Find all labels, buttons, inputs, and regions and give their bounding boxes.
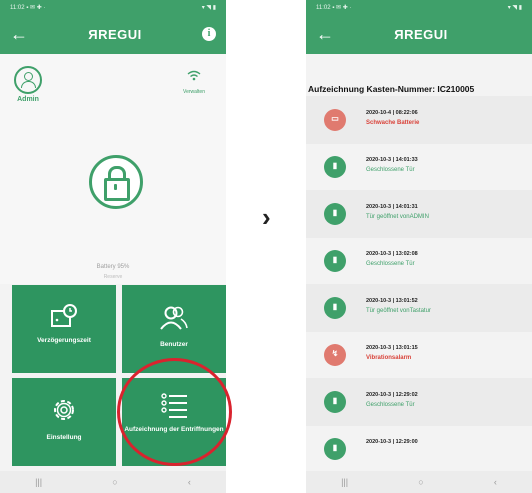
log-entry[interactable]: ▮ 2020-10-3 | 14:01:31 Tür geöffnet vonADM… — [306, 190, 532, 238]
home-icon[interactable]: ○ — [418, 477, 423, 487]
log-entry[interactable]: ▮ 2020-10-3 | 14:01:33 Geschlossene Tür — [306, 143, 532, 191]
status-bar: 11:02 ▪ ✉ ✚ · ▾ ◥ ▮ — [0, 0, 226, 14]
back-nav-icon[interactable]: ‹ — [494, 477, 497, 487]
info-icon[interactable]: i — [201, 27, 216, 41]
back-arrow-icon[interactable]: ← — [316, 25, 334, 43]
lock-icon: ▮ — [324, 250, 346, 272]
phone-right: 11:02 ▪ ✉ ✚ · ▾ ◥ ▮ ← ЯREGUI Aufzeichnun… — [306, 0, 532, 493]
log-entry-time: 2020-10-3 | 14:01:31 — [366, 204, 418, 210]
log-entry-time: 2020-10-3 | 14:01:33 — [366, 157, 418, 163]
lock-icon: ▮ — [324, 156, 346, 178]
log-entry-time: 2020-10-4 | 08:22:06 — [366, 110, 418, 116]
lock-icon[interactable] — [89, 155, 143, 209]
log-entry[interactable]: ▮ 2020-10-3 | 12:29:00 — [306, 425, 532, 473]
android-nav-bar: ||| ○ ‹ — [0, 471, 226, 493]
android-nav-bar: ||| ○ ‹ — [306, 471, 532, 493]
status-time: 11:02 ▪ ✉ ✚ · — [316, 4, 352, 11]
status-time: 11:02 ▪ ✉ ✚ · — [10, 4, 46, 11]
lock-icon: ▮ — [324, 438, 346, 460]
log-entry-time: 2020-10-3 | 12:29:02 — [366, 392, 418, 398]
admin-profile[interactable]: Admin — [8, 66, 48, 103]
log-entry-time: 2020-10-3 | 13:01:52 — [366, 298, 418, 304]
brand-logo: ЯREGUI — [88, 26, 142, 42]
log-entry-text: Geschlossene Tür — [366, 167, 415, 173]
app-bar: ← ЯREGUI i — [0, 14, 226, 54]
gear-icon — [54, 400, 74, 420]
back-nav-icon[interactable]: ‹ — [188, 477, 191, 487]
lock-icon: ▮ — [324, 391, 346, 413]
delay-time-tile[interactable]: Verzögerungszeit — [12, 285, 116, 373]
admin-label: Admin — [17, 96, 39, 103]
wifi-icon — [174, 70, 214, 83]
wifi-label: Verwalten — [183, 89, 205, 95]
home-icon[interactable]: ○ — [112, 477, 117, 487]
recent-apps-icon[interactable]: ||| — [35, 477, 42, 487]
device-panel: Admin Verwalten Battery 95% Reserve — [0, 54, 226, 284]
settings-label: Einstellung — [46, 434, 82, 441]
log-entry[interactable]: ▭ 2020-10-4 | 08:22:06 Schwache Batterie — [306, 96, 532, 144]
log-entry-time: 2020-10-3 | 12:29:00 — [366, 439, 418, 445]
log-entry-text: Tür geöffnet vonADMIN — [366, 214, 429, 220]
log-entry[interactable]: ▮ 2020-10-3 | 13:01:52 Tür geöffnet vonTas… — [306, 284, 532, 332]
log-entry-text: Geschlossene Tür — [366, 261, 415, 267]
log-entry-text: Geschlossene Tür — [366, 402, 415, 408]
back-arrow-icon[interactable]: ← — [10, 25, 28, 43]
delay-clock-icon — [51, 304, 77, 327]
status-bar: 11:02 ▪ ✉ ✚ · ▾ ◥ ▮ — [306, 0, 532, 14]
user-avatar-icon — [14, 66, 42, 94]
delay-time-label: Verzögerungszeit — [37, 337, 91, 344]
battery-subtext: Reserve — [103, 274, 123, 280]
battery-icon: ▭ — [324, 109, 346, 131]
wifi-status[interactable]: Verwalten — [174, 70, 214, 95]
log-entry-time: 2020-10-3 | 13:02:08 — [366, 251, 418, 257]
brand-logo: ЯREGUI — [394, 26, 448, 42]
battery-text: Battery 95% — [96, 264, 130, 270]
log-entry-text: Tür geöffnet vonTastatur — [366, 308, 431, 314]
log-entry[interactable]: ▮ 2020-10-3 | 12:29:02 Geschlossene Tür — [306, 378, 532, 426]
lock-icon: ▮ — [324, 297, 346, 319]
status-icons: ▾ ◥ ▮ — [201, 4, 216, 11]
log-entry-time: 2020-10-3 | 13:01:15 — [366, 345, 418, 351]
highlight-circle — [117, 358, 232, 466]
log-entry-text: Schwache Batterie — [366, 120, 420, 126]
recent-apps-icon[interactable]: ||| — [341, 477, 348, 487]
log-entry[interactable]: ↯ 2020-10-3 | 13:01:15 Vibrationsalarm — [306, 331, 532, 379]
settings-tile[interactable]: Einstellung — [12, 378, 116, 466]
users-icon — [160, 306, 188, 330]
chevron-right-icon: › — [262, 202, 271, 232]
log-title: Aufzeichnung Kasten-Nummer: IC210005 — [306, 84, 532, 94]
log-entry[interactable]: ▮ 2020-10-3 | 13:02:08 Geschlossene Tür — [306, 237, 532, 285]
app-bar: ← ЯREGUI — [306, 14, 532, 54]
lock-icon: ▮ — [324, 203, 346, 225]
status-icons: ▾ ◥ ▮ — [507, 4, 522, 11]
alarm-icon: ↯ — [324, 344, 346, 366]
log-entry-text: Vibrationsalarm — [366, 355, 412, 361]
users-label: Benutzer — [160, 341, 188, 348]
